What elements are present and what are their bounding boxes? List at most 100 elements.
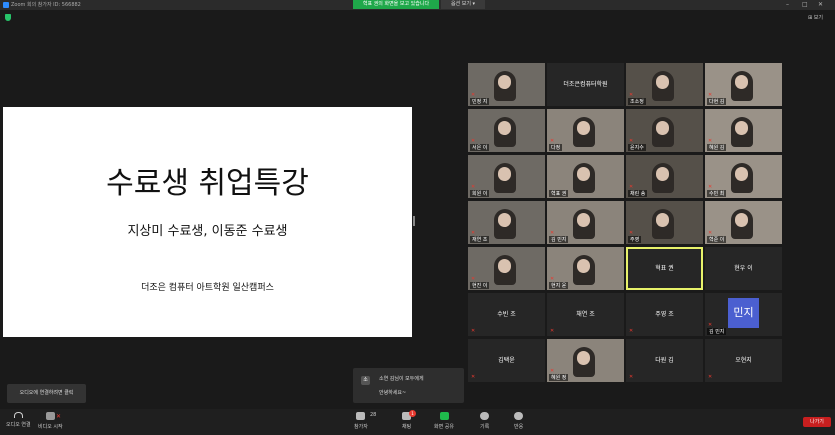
participant-name-label: 민정 지: [470, 98, 490, 105]
minimize-icon[interactable]: –: [786, 0, 789, 9]
participant-tile[interactable]: 현지 윤 ✕: [547, 247, 624, 290]
muted-mic-icon: ✕: [629, 230, 634, 236]
participant-face: [656, 167, 669, 181]
participant-tile[interactable]: 윤지수 ✕: [626, 109, 703, 152]
participant-tile[interactable]: 주영 ✕: [626, 201, 703, 244]
participant-tile[interactable]: 혁준 이 ✕: [705, 201, 782, 244]
screen-share-banner: 혁표 권의 화면을 보고 있습니다: [353, 0, 439, 9]
participant-tile[interactable]: 혁표 권: [547, 155, 624, 198]
participant-tile[interactable]: 민정 지 ✕: [468, 63, 545, 106]
participant-tile[interactable]: 서은 이 ✕: [468, 109, 545, 152]
slide-subtitle: 지상미 수료생, 이동준 수료생: [127, 224, 288, 239]
participant-name: 더조은컴퓨터학원: [563, 81, 608, 88]
participant-tile[interactable]: 다현 김 ✕: [705, 63, 782, 106]
slide-title: 수료생 취업특강: [106, 166, 309, 201]
participant-tile[interactable]: 현진 이 ✕: [468, 247, 545, 290]
participants-icon: [356, 412, 366, 420]
participant-name: 오현지: [735, 357, 752, 364]
participant-tile[interactable]: 김 민지 ✕: [547, 201, 624, 244]
meeting-toolbar: [0, 409, 835, 435]
participant-face: [656, 213, 669, 227]
leave-meeting-button[interactable]: 나가기: [803, 417, 831, 427]
participant-tile[interactable]: 현우 이: [705, 247, 782, 290]
participant-tile[interactable]: 김택윤 ✕: [468, 339, 545, 382]
maximize-icon[interactable]: □: [802, 0, 808, 9]
participant-tile[interactable]: 수빈 최 ✕: [705, 155, 782, 198]
participant-face: [498, 259, 511, 273]
participant-tile[interactable]: 재연 조 ✕: [468, 201, 545, 244]
muted-mic-icon: ✕: [629, 184, 634, 190]
chat-notification[interactable]: 소 소연 김님이 모두에게 안녕하세요~: [353, 368, 464, 403]
participant-face: [498, 121, 511, 135]
connect-audio-notice[interactable]: 오디오에 연결하려면 클릭: [7, 384, 86, 403]
reactions-button[interactable]: 반응: [514, 412, 523, 430]
participant-tile[interactable]: 주영 조 ✕: [626, 293, 703, 336]
muted-mic-icon: ✕: [471, 230, 476, 236]
view-options-button[interactable]: 옵션 보기 ▾: [441, 0, 485, 9]
participant-name-label: 재연 조: [470, 236, 490, 243]
participant-face: [656, 121, 669, 135]
record-button-label: 기록: [480, 424, 490, 430]
participant-tile[interactable]: 다원 김 ✕: [626, 339, 703, 382]
participant-face: [498, 167, 511, 181]
participant-face: [577, 167, 590, 181]
audio-button[interactable]: 오디오 연결: [6, 412, 31, 428]
participant-tile[interactable]: 혁표 권: [626, 247, 703, 290]
share-button-label: 화면 공유: [434, 424, 454, 430]
muted-mic-icon: ✕: [471, 374, 476, 380]
reactions-button-label: 반응: [514, 424, 524, 430]
muted-mic-icon: ✕: [550, 138, 555, 144]
participant-name: 주영 조: [655, 311, 674, 318]
share-screen-button[interactable]: 화면 공유: [434, 412, 454, 430]
headphones-icon: [13, 412, 23, 418]
panel-splitter-handle[interactable]: [413, 216, 415, 226]
shared-screen-slide: 수료생 취업특강 지상미 수료생, 이동준 수료생 더조은 컴퓨터 아트학원 일…: [3, 107, 412, 337]
muted-mic-icon: ✕: [629, 138, 634, 144]
participant-tile[interactable]: 더조은컴퓨터학원: [547, 63, 624, 106]
participant-tile[interactable]: 채린 송 ✕: [626, 155, 703, 198]
participant-face: [498, 213, 511, 227]
security-shield-icon[interactable]: [5, 14, 11, 21]
muted-mic-icon: ✕: [708, 92, 713, 98]
participant-name-label: 혜원 김: [707, 144, 727, 151]
participant-name-label: 김 민지: [549, 236, 569, 243]
participant-face: [735, 167, 748, 181]
chat-unread-badge: 1: [409, 410, 416, 417]
participant-name-label: 조소정: [628, 98, 646, 105]
participant-tile[interactable]: 조소정 ✕: [626, 63, 703, 106]
muted-mic-icon: ✕: [708, 322, 713, 328]
share-screen-icon: [439, 412, 449, 420]
participant-tile[interactable]: 혜원 김 ✕: [705, 109, 782, 152]
participant-tile[interactable]: 채연 조 ✕: [547, 293, 624, 336]
participant-tile[interactable]: 민지 김 민지 ✕: [705, 293, 782, 336]
participant-face: [656, 75, 669, 89]
muted-mic-icon: ✕: [471, 92, 476, 98]
participant-tile[interactable]: 다정 ✕: [547, 109, 624, 152]
close-icon[interactable]: ✕: [818, 0, 823, 9]
zoom-logo-icon: [3, 2, 9, 8]
participant-tile[interactable]: 희원 이 ✕: [468, 155, 545, 198]
participant-name-label: 윤지수: [628, 144, 646, 151]
participant-avatar: 민지: [728, 298, 759, 328]
camera-icon: [45, 412, 55, 420]
participant-tile[interactable]: 혜원 정 ✕: [547, 339, 624, 382]
participant-tile[interactable]: 수빈 조 ✕: [468, 293, 545, 336]
audio-button-label: 오디오 연결: [6, 422, 31, 428]
participant-face: [577, 259, 590, 273]
muted-mic-icon: ✕: [708, 374, 713, 380]
muted-mic-icon: ✕: [471, 138, 476, 144]
smiley-icon: [514, 412, 524, 420]
participant-face: [735, 75, 748, 89]
participant-tile[interactable]: 오현지 ✕: [705, 339, 782, 382]
participants-button[interactable]: 참가자: [354, 412, 368, 430]
record-button[interactable]: 기록: [480, 412, 489, 430]
participant-face: [577, 121, 590, 135]
participant-name-label: 현지 윤: [549, 282, 569, 289]
participant-name-label: 희원 이: [470, 190, 490, 197]
participant-name-label: 혁표 권: [549, 190, 569, 197]
window-title: Zoom 회의 참가자 ID: 566882: [11, 2, 81, 8]
gallery-view-toggle[interactable]: ⊞ 보기: [808, 14, 823, 21]
participants-count: 28: [370, 412, 377, 418]
participant-name: 혁표 권: [655, 265, 674, 272]
muted-mic-icon: ✕: [550, 230, 555, 236]
